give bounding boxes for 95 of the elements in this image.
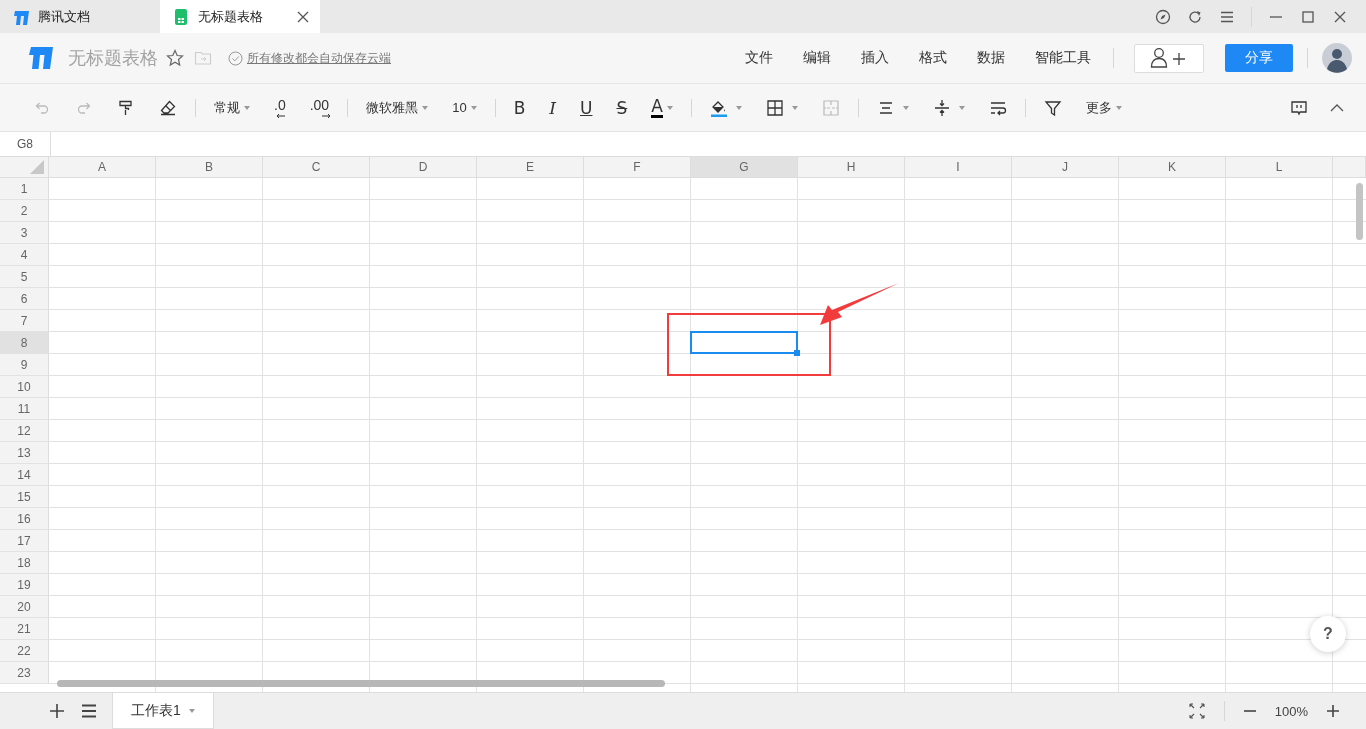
bold-button[interactable]: B [513,97,526,118]
column-header[interactable]: E [477,157,584,178]
cell-grid[interactable] [49,178,1366,692]
row-header[interactable]: 21 [0,618,49,640]
row-header[interactable]: 7 [0,310,49,332]
vertical-align-icon[interactable] [932,98,951,117]
row-header[interactable]: 8 [0,332,49,354]
italic-button[interactable]: I [549,97,556,118]
sheet-list-icon[interactable] [81,703,97,719]
add-sheet-icon[interactable] [49,703,65,719]
vertical-scrollbar[interactable] [1356,183,1363,240]
row-header[interactable]: 4 [0,244,49,266]
row-header[interactable]: 2 [0,200,49,222]
column-header[interactable]: H [798,157,905,178]
row-header[interactable]: 9 [0,354,49,376]
column-header[interactable]: I [905,157,1012,178]
row-header[interactable]: 6 [0,288,49,310]
caret-icon [735,105,742,110]
row-header[interactable]: 19 [0,574,49,596]
menu-item[interactable]: 智能工具 [1035,49,1091,67]
row-header[interactable]: 13 [0,442,49,464]
column-header[interactable]: D [370,157,477,178]
menu-item[interactable]: 编辑 [803,49,831,67]
eraser-icon[interactable] [159,98,177,117]
dropdown-select[interactable]: 常规 [214,98,250,117]
sheet-icon [172,7,190,26]
menu-item[interactable]: 文件 [745,49,773,67]
dropdown-select[interactable]: 10 [452,100,477,115]
avatar-icon[interactable] [1322,43,1352,73]
add-collaborator-button[interactable] [1134,43,1204,73]
caret-icon [422,105,429,110]
check-circle-icon [228,50,243,66]
column-header[interactable]: G [691,157,798,178]
compass-icon[interactable] [1155,8,1171,25]
column-header[interactable]: L [1226,157,1333,178]
caret-icon [666,105,673,110]
menu-item[interactable]: 插入 [861,49,889,67]
browser-tab[interactable]: 无标题表格 [160,0,320,33]
row-header[interactable]: 11 [0,398,49,420]
star-icon[interactable] [166,49,184,67]
column-header[interactable]: A [49,157,156,178]
row-header[interactable]: 5 [0,266,49,288]
row-header[interactable]: 15 [0,486,49,508]
browser-tab[interactable]: 腾讯文档 [0,0,160,33]
caret-icon [188,708,195,713]
caret-icon [958,105,965,110]
column-header[interactable]: K [1119,157,1226,178]
row-header[interactable]: 14 [0,464,49,486]
row-header[interactable]: 10 [0,376,49,398]
selected-cell[interactable] [690,331,798,354]
row-header[interactable]: 18 [0,552,49,574]
row-header[interactable]: 1 [0,178,49,200]
column-header[interactable]: B [156,157,263,178]
column-header[interactable]: F [584,157,691,178]
right-arrow-icon [321,112,332,119]
caret-icon [902,105,909,110]
caret-icon [1115,105,1122,110]
horizontal-scrollbar[interactable] [57,680,665,687]
caret-icon [244,105,250,110]
dropdown-select[interactable]: 微软雅黑 [366,98,429,117]
increase-decimal-button[interactable]: .00 [309,96,330,119]
paint-roller-icon[interactable] [117,98,135,117]
menu-item[interactable]: 数据 [977,49,1005,67]
row-header[interactable]: 12 [0,420,49,442]
dropdown-select[interactable]: 更多 [1085,98,1122,117]
row-header[interactable]: 22 [0,640,49,662]
row-header[interactable]: 23 [0,662,49,684]
text-color-button[interactable]: A [651,97,673,118]
caret-icon [791,105,798,110]
row-header[interactable]: 20 [0,596,49,618]
decrease-decimal-button[interactable]: .0 [274,96,286,119]
menu-item[interactable]: 格式 [919,49,947,67]
column-header[interactable]: C [263,157,370,178]
left-arrow-icon [276,112,286,119]
row-header[interactable]: 3 [0,222,49,244]
share-button[interactable]: 分享 [1225,44,1293,72]
zoom-in-icon[interactable] [1326,704,1340,718]
collapse-icon[interactable] [1330,102,1344,113]
sheet-tab[interactable]: 工作表1 [112,693,214,729]
filter-icon[interactable] [1043,98,1062,117]
comment-icon[interactable] [1290,98,1308,117]
cell-name-box[interactable]: G8 [0,132,51,156]
save-status-link[interactable]: 所有修改都会自动保存云端 [247,49,391,67]
fullscreen-icon[interactable] [1187,702,1206,720]
underline-button[interactable]: U [580,97,593,118]
column-header[interactable]: J [1012,157,1119,178]
close-icon[interactable] [296,9,310,24]
caret-icon [470,105,477,110]
row-header[interactable]: 17 [0,530,49,552]
maximize-icon[interactable] [1300,8,1316,25]
strikethrough-button[interactable]: S [616,97,628,118]
refresh-icon[interactable] [1187,8,1203,25]
row-header[interactable]: 16 [0,508,49,530]
zoom-level: 100% [1274,703,1308,719]
borders-icon[interactable] [765,98,784,117]
